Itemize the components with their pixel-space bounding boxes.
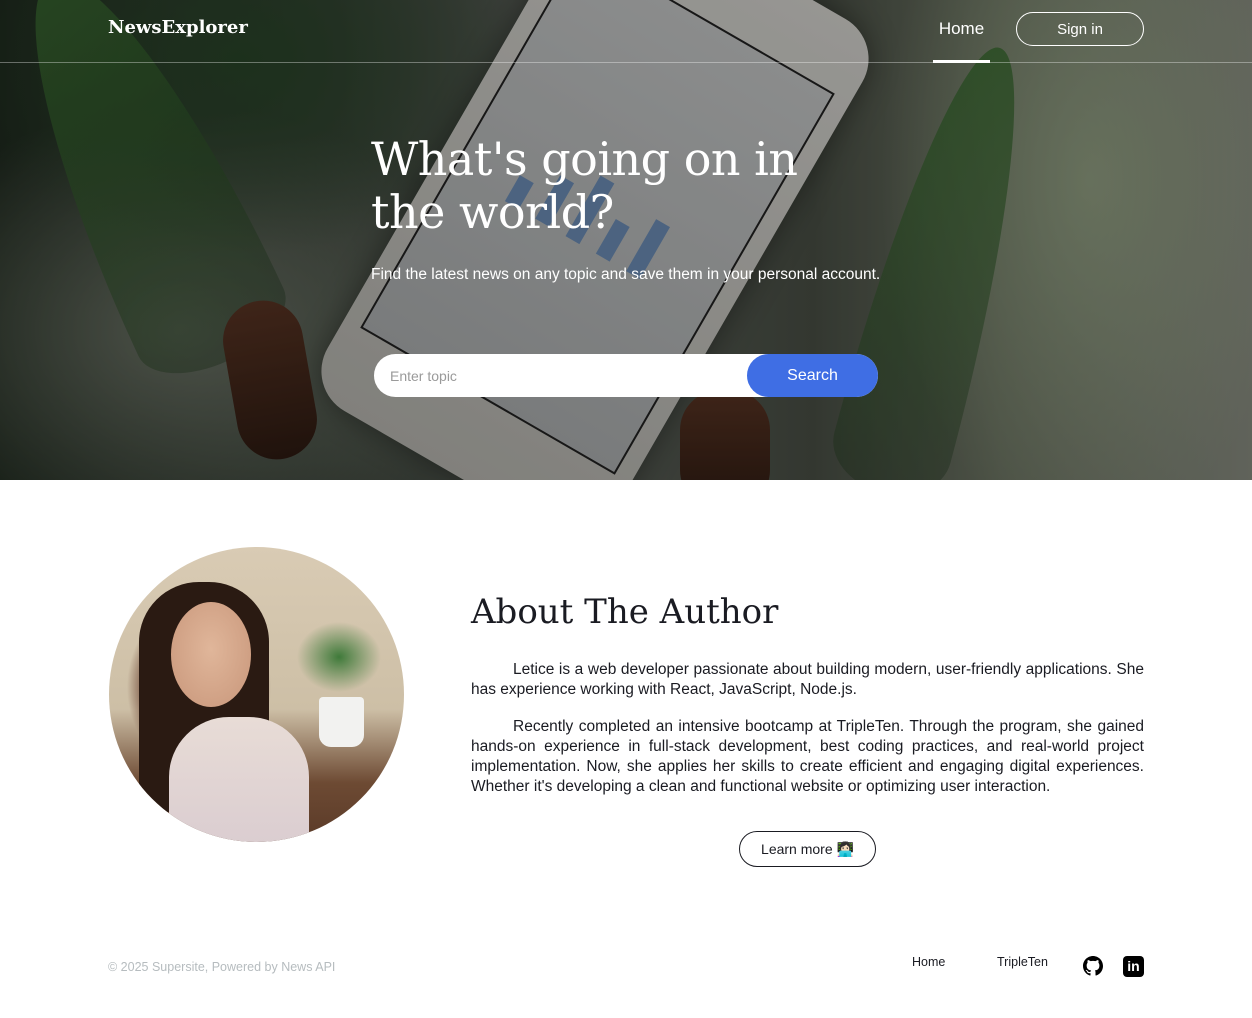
linkedin-icon[interactable]: in bbox=[1123, 956, 1144, 977]
footer-link-home[interactable]: Home bbox=[912, 955, 945, 969]
learn-more-button[interactable]: Learn more 👩🏻‍💻 bbox=[739, 831, 876, 867]
copyright-text: © 2025 Supersite, Powered by News API bbox=[108, 960, 336, 974]
hero-subtitle: Find the latest news on any topic and sa… bbox=[371, 266, 881, 283]
about-title: About The Author bbox=[471, 592, 779, 632]
about-paragraph: Letice is a web developer passionate abo… bbox=[471, 661, 1144, 698]
site-header: NewsExplorer Home Sign in bbox=[0, 0, 1252, 63]
footer-link-tripleten[interactable]: TripleTen bbox=[997, 955, 1048, 969]
author-avatar bbox=[109, 547, 404, 842]
site-logo[interactable]: NewsExplorer bbox=[108, 17, 248, 38]
hero-section: NewsExplorer Home Sign in What's going o… bbox=[0, 0, 1252, 480]
hero-title: What's going on in the world? bbox=[371, 132, 798, 239]
about-paragraph: Recently completed an intensive bootcamp… bbox=[471, 718, 1144, 795]
sign-in-button[interactable]: Sign in bbox=[1016, 12, 1144, 46]
github-icon[interactable] bbox=[1083, 956, 1103, 976]
search-button[interactable]: Search bbox=[747, 354, 878, 397]
search-input[interactable] bbox=[390, 354, 740, 397]
search-form: Search bbox=[374, 354, 878, 397]
nav-home-link[interactable]: Home bbox=[933, 0, 990, 63]
